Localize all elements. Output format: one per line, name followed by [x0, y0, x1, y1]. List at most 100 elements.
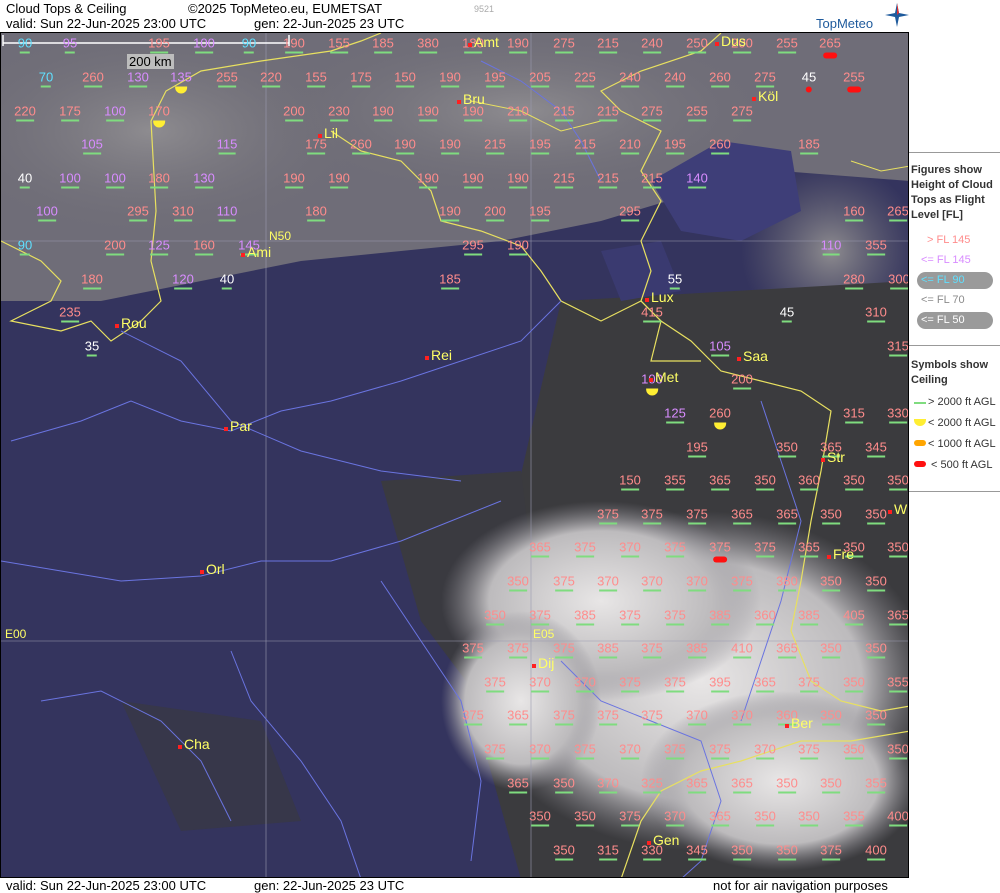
- flight-level-label: 295: [127, 203, 149, 222]
- flight-level-label: 215: [597, 35, 619, 54]
- city-marker-icon: [752, 97, 756, 101]
- flight-level-label: 220: [14, 103, 36, 122]
- ceiling-under-1000-icon: [914, 440, 926, 446]
- flight-level-label: 370: [597, 573, 619, 592]
- flight-level-label: 370: [597, 775, 619, 794]
- flight-level-label: 370: [686, 573, 708, 592]
- city-label: Dus: [715, 33, 746, 49]
- city-label: Cha: [178, 736, 210, 752]
- city-label: Fre: [827, 546, 854, 562]
- flight-level-label: 300: [888, 271, 909, 290]
- flight-level-label: 195: [148, 35, 170, 54]
- flight-level-label: 350: [574, 808, 596, 827]
- flight-level-label: 385: [686, 640, 708, 659]
- city-marker-icon: [821, 458, 825, 462]
- flight-level-label: 190: [462, 170, 484, 189]
- flight-level-label: 260: [350, 136, 372, 155]
- city-marker-icon: [649, 378, 653, 382]
- flight-level-label: 180: [305, 203, 327, 222]
- map-title: Cloud Tops & Ceiling: [6, 1, 127, 16]
- flight-level-label: 355: [865, 237, 887, 256]
- flight-level-label: 365: [507, 707, 529, 726]
- city-label: Bru: [457, 91, 485, 107]
- flight-level-label: 350: [484, 607, 506, 626]
- flight-level-label: 295: [619, 203, 641, 222]
- flight-level-label: 215: [484, 136, 506, 155]
- flight-level-label: 375: [462, 707, 484, 726]
- flight-level-label: 215: [553, 170, 575, 189]
- flight-level-label: 215: [574, 136, 596, 155]
- flight-level-label: 190: [439, 69, 461, 88]
- flight-level-label: 385: [709, 607, 731, 626]
- flight-level-label: 225: [574, 69, 596, 88]
- flight-level-label: 190: [394, 136, 416, 155]
- flight-level-label: 375: [664, 674, 686, 693]
- flight-level-label: 350: [553, 842, 575, 861]
- flight-level-label: 415: [641, 304, 663, 323]
- city-label: Gen: [647, 832, 679, 848]
- flight-level-label: 375: [484, 741, 506, 760]
- valid-time: valid: Sun 22-Jun-2025 23:00 UTC: [6, 16, 207, 31]
- flight-level-label: 135: [170, 69, 192, 94]
- flight-level-label: 255: [686, 103, 708, 122]
- flight-level-label: 375: [619, 674, 641, 693]
- flight-level-label: 195: [529, 136, 551, 155]
- flight-level-label: 350: [843, 741, 865, 760]
- city-label: W: [888, 501, 907, 517]
- flight-level-label: 100: [104, 103, 126, 122]
- flight-level-label: 185: [798, 136, 820, 155]
- flight-level-label: 150: [394, 69, 416, 88]
- city-label: Met: [649, 369, 678, 385]
- flight-level-label: 365: [776, 640, 798, 659]
- flight-level-label: 190: [283, 170, 305, 189]
- satellite-map[interactable]: 200 km N50 E00 E05 90 95 195 100 90 190 155 185…: [0, 32, 909, 878]
- legend-fl-high: > FL 145: [927, 234, 971, 246]
- flight-level-label: 380: [776, 573, 798, 592]
- flight-level-label: 355: [664, 472, 686, 491]
- flight-level-label: 375: [641, 707, 663, 726]
- flight-level-label: 350: [553, 775, 575, 794]
- legend-ceiling-3: < 1000 ft AGL: [928, 438, 996, 450]
- flight-level-label: 155: [305, 69, 327, 88]
- flight-level-label: 35: [84, 338, 100, 357]
- flight-level-label: 365: [887, 607, 909, 626]
- flight-level-label: 200: [484, 203, 506, 222]
- legend-ceiling-1: > 2000 ft AGL: [928, 396, 996, 408]
- flight-level-label: 370: [754, 741, 776, 760]
- legend-ceiling-4: < 500 ft AGL: [931, 459, 993, 471]
- flight-level-label: 380: [417, 35, 439, 54]
- city-marker-icon: [457, 100, 461, 104]
- city-label: Rei: [425, 347, 452, 363]
- city-marker-icon: [468, 43, 472, 47]
- flight-level-label: 375: [462, 640, 484, 659]
- flight-level-label: 355: [843, 808, 865, 827]
- city-marker-icon: [785, 724, 789, 728]
- flight-level-label: 350: [865, 573, 887, 592]
- flight-level-label: 375: [553, 573, 575, 592]
- ceiling-under-500-icon: [914, 461, 926, 467]
- footer-valid-time: valid: Sun 22-Jun-2025 23:00 UTC: [6, 878, 207, 893]
- city-marker-icon: [224, 427, 228, 431]
- flight-level-label: 365: [686, 775, 708, 794]
- flight-level-label: 100: [104, 170, 126, 189]
- flight-level-label: 180: [81, 271, 103, 290]
- flight-level-label: 130: [127, 69, 149, 88]
- flight-level-label: 45: [779, 304, 795, 323]
- flight-level-label: 365: [776, 506, 798, 525]
- flight-level-label: 190: [439, 203, 461, 222]
- flight-level-label: 105: [709, 338, 731, 357]
- flight-level-label: 40: [219, 271, 235, 290]
- city-label: Rou: [115, 315, 147, 331]
- flight-level-label: 365: [731, 775, 753, 794]
- flight-level-label: 205: [529, 69, 551, 88]
- footer-disclaimer: not for air navigation purposes: [713, 878, 888, 893]
- flight-level-label: 350: [887, 472, 909, 491]
- flight-level-label: 350: [507, 573, 529, 592]
- flight-level-label: 360: [798, 472, 820, 491]
- flight-level-label: 370: [574, 674, 596, 693]
- flight-level-label: 55: [667, 271, 683, 290]
- flight-level-label: 215: [597, 170, 619, 189]
- flight-level-label: 125: [148, 237, 170, 256]
- flight-level-label: 210: [507, 103, 529, 122]
- city-marker-icon: [827, 555, 831, 559]
